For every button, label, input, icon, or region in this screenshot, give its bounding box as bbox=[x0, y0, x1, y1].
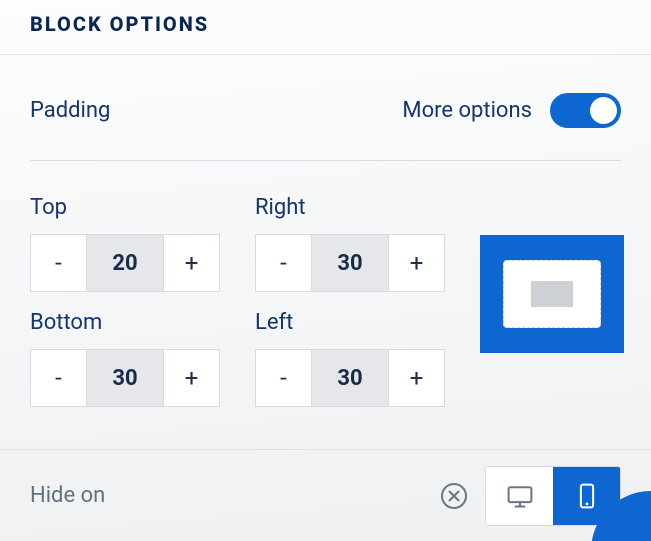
padding-right-value[interactable]: 30 bbox=[311, 235, 389, 291]
padding-bottom-value[interactable]: 30 bbox=[86, 350, 164, 406]
padding-right-increment[interactable]: + bbox=[389, 235, 444, 291]
padding-right-decrement[interactable]: - bbox=[256, 235, 311, 291]
padding-left-label: Left bbox=[255, 310, 480, 335]
close-icon bbox=[448, 490, 460, 502]
padding-left-value[interactable]: 30 bbox=[311, 350, 389, 406]
padding-bottom-cell: Bottom - 30 + bbox=[30, 310, 255, 407]
padding-right-stepper: - 30 + bbox=[255, 234, 445, 292]
desktop-icon bbox=[506, 482, 534, 510]
device-desktop-tab[interactable] bbox=[486, 467, 553, 525]
more-options-toggle[interactable] bbox=[550, 93, 621, 128]
more-options-label: More options bbox=[402, 98, 532, 123]
padding-bottom-label: Bottom bbox=[30, 310, 255, 335]
padding-bottom-stepper: - 30 + bbox=[30, 349, 220, 407]
padding-bottom-increment[interactable]: + bbox=[164, 350, 219, 406]
padding-preview bbox=[480, 195, 624, 425]
hide-on-row: Hide on bbox=[0, 449, 651, 541]
padding-top-stepper: - 20 + bbox=[30, 234, 220, 292]
padding-right-cell: Right - 30 + bbox=[255, 195, 480, 292]
padding-top-value[interactable]: 20 bbox=[86, 235, 164, 291]
padding-top-label: Top bbox=[30, 195, 255, 220]
padding-left-decrement[interactable]: - bbox=[256, 350, 311, 406]
hide-on-label: Hide on bbox=[30, 483, 105, 508]
padding-left-stepper: - 30 + bbox=[255, 349, 445, 407]
padding-top-decrement[interactable]: - bbox=[31, 235, 86, 291]
clear-hide-button[interactable] bbox=[441, 483, 467, 509]
panel-title: BLOCK OPTIONS bbox=[30, 12, 621, 36]
padding-bottom-decrement[interactable]: - bbox=[31, 350, 86, 406]
mobile-icon bbox=[573, 482, 601, 510]
padding-top-increment[interactable]: + bbox=[164, 235, 219, 291]
padding-top-cell: Top - 20 + bbox=[30, 195, 255, 292]
padding-left-increment[interactable]: + bbox=[389, 350, 444, 406]
padding-right-label: Right bbox=[255, 195, 480, 220]
padding-label: Padding bbox=[30, 98, 110, 123]
padding-row: Padding More options bbox=[30, 93, 621, 161]
panel-header: BLOCK OPTIONS bbox=[0, 0, 651, 55]
padding-left-cell: Left - 30 + bbox=[255, 310, 480, 407]
